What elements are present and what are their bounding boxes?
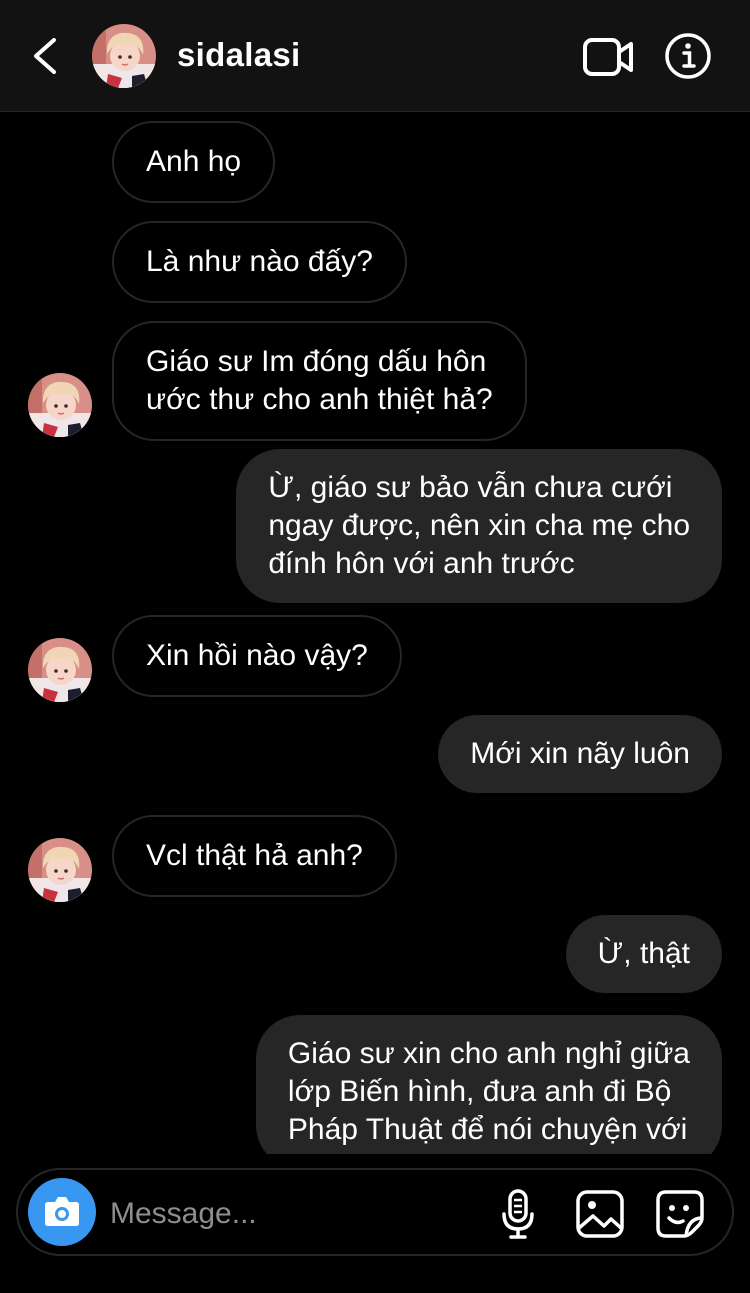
message-bubble[interactable]: Giáo sư Im đóng dấu hôn ước thư cho anh … xyxy=(112,321,527,441)
avatar[interactable] xyxy=(28,373,92,437)
message-bubble[interactable]: Là như nào đấy? xyxy=(112,221,407,303)
sticker-icon[interactable] xyxy=(654,1188,706,1240)
message-bubble[interactable]: Mới xin nãy luôn xyxy=(438,715,722,793)
message-bubble[interactable]: Vcl thật hả anh? xyxy=(112,815,397,897)
message-thread[interactable]: Anh họ Là như nào đấy? Giáo sư Im đóng d… xyxy=(0,112,750,1154)
message-input[interactable] xyxy=(108,1188,482,1240)
info-icon[interactable] xyxy=(664,32,712,80)
avatar[interactable] xyxy=(92,24,156,88)
camera-icon[interactable] xyxy=(28,1178,96,1246)
avatar[interactable] xyxy=(28,838,92,902)
message-bubble[interactable]: Xin hồi nào vậy? xyxy=(112,615,402,697)
avatar[interactable] xyxy=(28,638,92,702)
back-arrow-icon[interactable] xyxy=(26,34,66,78)
gallery-icon[interactable] xyxy=(574,1188,626,1240)
message-composer xyxy=(16,1168,734,1256)
microphone-icon[interactable] xyxy=(492,1188,544,1240)
video-camera-icon[interactable] xyxy=(582,36,634,78)
chat-header: sidalasi xyxy=(0,0,750,112)
message-bubble[interactable]: Ừ, giáo sư bảo vẫn chưa cưới ngay được, … xyxy=(236,449,722,603)
message-bubble[interactable]: Anh họ xyxy=(112,121,276,203)
contact-username[interactable]: sidalasi xyxy=(177,36,300,74)
message-bubble[interactable]: Giáo sư xin cho anh nghỉ giữa lớp Biến h… xyxy=(255,1015,722,1154)
message-bubble[interactable]: Ừ, thật xyxy=(565,915,722,993)
